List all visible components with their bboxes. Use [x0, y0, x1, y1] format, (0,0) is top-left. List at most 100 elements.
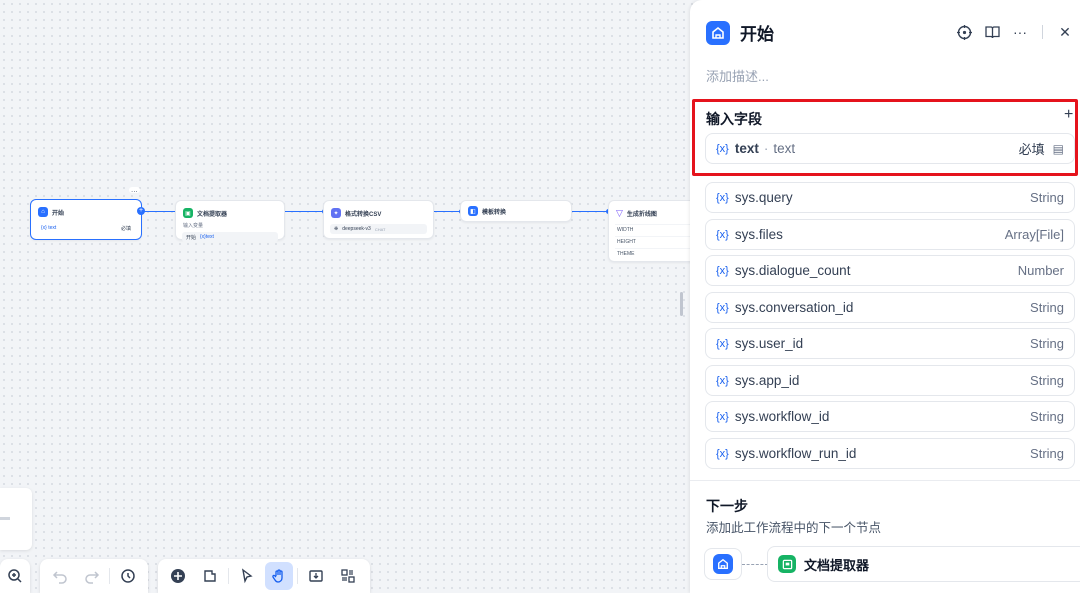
node-more-icon[interactable]: ...	[129, 186, 140, 194]
node-title: 格式转换CSV	[345, 211, 382, 218]
panel-title[interactable]: 开始	[740, 20, 774, 45]
sys-var-row: {x} sys.workflow_run_id String	[705, 438, 1075, 469]
add-field-button[interactable]: +	[1064, 106, 1073, 124]
sys-var-row: {x} sys.files Array[File]	[705, 219, 1075, 250]
variable-icon: {x}	[716, 410, 729, 423]
next-node-label: 文档提取器	[804, 557, 870, 573]
node-doc-extractor[interactable]: ▣ 文档提取器 输入变量 开始 {x}text	[175, 200, 285, 242]
next-step-node[interactable]: 文档提取器	[767, 546, 1080, 582]
history-icon[interactable]	[114, 562, 142, 590]
pointer-icon[interactable]	[233, 562, 261, 590]
variable-icon: {x}	[716, 301, 729, 314]
node-template[interactable]: ◧ 模板转换	[460, 200, 572, 222]
sys-var-type: Array[File]	[1004, 227, 1064, 242]
add-block-icon[interactable]	[164, 562, 192, 590]
variable-icon: {x}	[716, 447, 729, 460]
next-step-connector	[742, 564, 768, 565]
sys-var-type: String	[1030, 373, 1064, 388]
node-csv-format[interactable]: ✦ 格式转换CSV ❉ deepseek-v3 CHAT	[323, 200, 434, 239]
home-icon	[706, 20, 730, 45]
next-step-title: 下一步	[706, 498, 748, 514]
add-note-icon[interactable]	[196, 562, 224, 590]
zoom-toolbar	[0, 559, 30, 593]
organize-blocks-icon[interactable]	[334, 562, 362, 590]
sys-var-type: String	[1030, 409, 1064, 424]
more-icon[interactable]: ···	[1010, 22, 1030, 42]
history-toolbar	[40, 559, 148, 593]
doc-icon[interactable]: ▤	[1053, 142, 1064, 156]
node-line-chart[interactable]: ▽ 生成折线图 WIDTH HEIGHT THEME	[608, 200, 698, 262]
variable-icon: {x}	[716, 191, 729, 204]
node-param: WIDTH	[615, 224, 691, 235]
sys-var-row: {x} sys.app_id String	[705, 365, 1075, 396]
tools-toolbar	[158, 559, 370, 593]
zoom-in-icon[interactable]	[2, 562, 28, 590]
chart-tool-icon: ▽	[616, 208, 623, 218]
export-image-icon[interactable]	[302, 562, 330, 590]
sys-var-name: sys.user_id	[734, 336, 804, 351]
node-input-label: 输入变量	[183, 223, 204, 229]
sys-var-row: {x} sys.conversation_id String	[705, 292, 1075, 323]
input-field-row[interactable]: {x} text · text 必填 ▤	[705, 133, 1075, 164]
description-input[interactable]: 添加描述...	[706, 66, 769, 85]
add-node-plus-icon[interactable]: +	[137, 207, 145, 215]
field-separator: ·	[763, 141, 769, 156]
edge-template-chart	[571, 211, 611, 212]
node-model-tag: CHAT	[374, 226, 386, 232]
node-start[interactable]: ⌂ 开始 {x} text 必填	[30, 199, 142, 240]
hand-icon[interactable]	[265, 562, 293, 590]
sys-var-name: sys.workflow_run_id	[734, 446, 857, 461]
node-title: 文档提取器	[197, 211, 228, 218]
minimap[interactable]	[0, 488, 32, 550]
help-book-icon[interactable]	[982, 22, 1002, 42]
divider	[690, 480, 1080, 481]
panel-resize-handle[interactable]	[680, 292, 683, 316]
llm-icon: ✦	[331, 208, 341, 218]
sys-var-name: sys.query	[734, 190, 793, 205]
doc-extract-icon	[778, 555, 796, 573]
home-icon	[713, 554, 733, 574]
node-var: {x} text	[41, 225, 57, 231]
variable-icon: {x}	[716, 374, 729, 387]
model-icon: ❉	[334, 226, 339, 232]
field-alias: text	[773, 141, 796, 156]
sys-var-type: String	[1030, 190, 1064, 205]
sys-var-row: {x} sys.user_id String	[705, 328, 1075, 359]
variable-icon: {x}	[716, 264, 729, 277]
sys-var-type: String	[1030, 336, 1064, 351]
field-name: text	[734, 141, 759, 156]
run-step-icon[interactable]	[954, 22, 974, 42]
redo-icon[interactable]	[78, 562, 106, 590]
variable-icon: {x}	[716, 337, 729, 350]
edge-doc-csv	[284, 211, 327, 212]
variable-icon: {x}	[716, 228, 729, 241]
node-required: 必填	[120, 225, 131, 232]
input-fields-title: 输入字段	[706, 111, 762, 127]
home-icon: ⌂	[38, 207, 48, 217]
sys-var-name: sys.conversation_id	[734, 300, 854, 315]
sys-var-type: String	[1030, 300, 1064, 315]
sys-var-row: {x} sys.dialogue_count Number	[705, 255, 1075, 286]
sys-var-name: sys.dialogue_count	[734, 263, 851, 278]
workflow-canvas[interactable]: ... ⌂ 开始 {x} text 必填 + ▣ 文档提取器 输入变量 开始 {…	[0, 0, 698, 593]
sys-var-row: {x} sys.workflow_id String	[705, 401, 1075, 432]
node-input-var: {x}text	[200, 234, 214, 240]
next-step-description: 添加此工作流程中的下一个节点	[706, 521, 882, 535]
node-input-source: 开始	[186, 234, 197, 241]
undo-icon[interactable]	[46, 562, 74, 590]
next-step-start-node	[704, 548, 742, 580]
close-icon[interactable]: ✕	[1055, 22, 1075, 42]
sys-var-row: {x} sys.query String	[705, 182, 1075, 213]
node-title: 生成折线图	[626, 212, 657, 218]
node-param: THEME	[615, 248, 691, 259]
sys-var-type: String	[1030, 446, 1064, 461]
node-model: deepseek-v3	[342, 226, 371, 232]
sys-var-name: sys.files	[734, 227, 783, 242]
variable-icon: {x}	[716, 142, 729, 155]
template-icon: ◧	[468, 206, 478, 216]
sys-var-name: sys.app_id	[734, 373, 800, 388]
node-title: 开始	[52, 210, 65, 217]
sys-var-type: Number	[1017, 263, 1064, 278]
node-param: HEIGHT	[615, 236, 691, 247]
sys-var-name: sys.workflow_id	[734, 409, 830, 424]
